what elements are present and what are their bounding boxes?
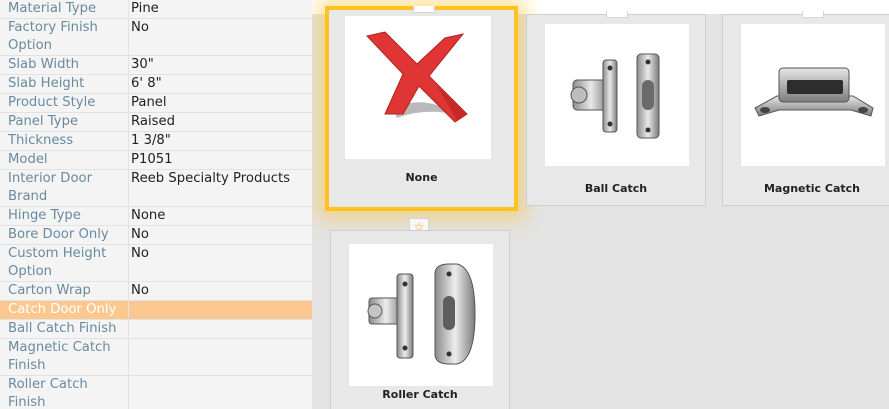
tile-tab — [802, 11, 824, 18]
property-row[interactable]: Thickness 1 3/8" — [0, 131, 312, 151]
property-value: Panel — [128, 93, 312, 113]
option-tile-none[interactable]: None — [325, 6, 518, 211]
none-x-icon — [345, 16, 491, 159]
property-label: Carton Wrap — [0, 281, 129, 301]
option-label: Roller Catch — [382, 388, 458, 401]
property-row[interactable]: Material Type Pine — [0, 0, 312, 19]
properties-table: Material Type Pine Factory Finish Option N… — [0, 0, 312, 409]
property-row[interactable]: Bore Door Only No — [0, 225, 312, 245]
property-value: 1 3/8" — [128, 131, 312, 151]
option-tile-ball-catch[interactable]: Ball Catch — [526, 11, 706, 206]
property-value: No — [128, 281, 312, 301]
property-row[interactable]: Slab Height 6' 8" — [0, 74, 312, 94]
option-tile-roller-catch[interactable]: Roller Catch — [330, 230, 510, 409]
property-value: None — [128, 206, 312, 226]
property-row[interactable]: Slab Width 30" — [0, 55, 312, 75]
property-value: No — [128, 225, 312, 245]
property-row[interactable]: Ball Catch Finish — [0, 319, 312, 339]
option-grid: None Ball Catch Magnetic Catch ☆ Roller … — [312, 0, 889, 409]
option-label: Magnetic Catch — [763, 182, 861, 195]
property-label: Factory Finish Option — [0, 18, 129, 56]
tile-tab — [606, 11, 628, 18]
property-label: Roller Catch Finish — [0, 375, 129, 409]
tile-tab — [413, 6, 435, 13]
property-row[interactable]: Magnetic Catch Finish — [0, 338, 312, 376]
property-value: P1051 — [128, 150, 312, 170]
magnetic-catch-icon — [741, 24, 885, 166]
property-row[interactable]: Factory Finish Option No — [0, 18, 312, 56]
property-label: Interior Door Brand — [0, 169, 129, 207]
roller-catch-icon — [349, 244, 493, 386]
properties-panel: Material Type Pine Factory Finish Option N… — [0, 0, 312, 409]
property-value: 30" — [128, 55, 312, 75]
option-label: None — [405, 171, 438, 184]
property-value — [128, 338, 312, 376]
property-label: Bore Door Only — [0, 225, 129, 245]
property-label: Magnetic Catch Finish — [0, 338, 129, 376]
property-value: 6' 8" — [128, 74, 312, 94]
option-label: Ball Catch — [584, 182, 648, 195]
property-row[interactable]: Hinge Type None — [0, 206, 312, 226]
property-label: Custom Height Option — [0, 244, 129, 282]
property-row-selected[interactable]: Catch Door Only — [0, 300, 312, 320]
property-row[interactable]: Carton Wrap No — [0, 281, 312, 301]
property-label: Catch Door Only — [0, 300, 129, 320]
ball-catch-icon — [545, 24, 689, 166]
property-value — [128, 300, 312, 320]
property-row[interactable]: Interior Door Brand Reeb Specialty Produc… — [0, 169, 312, 207]
option-tile-magnetic-catch[interactable]: Magnetic Catch — [722, 11, 889, 206]
property-row[interactable]: Model P1051 — [0, 150, 312, 170]
property-label: Thickness — [0, 131, 129, 151]
property-label: Hinge Type — [0, 206, 129, 226]
property-row[interactable]: Product Style Panel — [0, 93, 312, 113]
property-label: Slab Height — [0, 74, 129, 94]
property-label: Panel Type — [0, 112, 129, 132]
property-label: Model — [0, 150, 129, 170]
property-value: No — [128, 244, 312, 282]
property-row[interactable]: Panel Type Raised — [0, 112, 312, 132]
property-value: Pine — [128, 0, 312, 19]
property-label: Slab Width — [0, 55, 129, 75]
property-value: No — [128, 18, 312, 56]
property-row[interactable]: Roller Catch Finish — [0, 375, 312, 409]
property-label: Ball Catch Finish — [0, 319, 129, 339]
property-label: Material Type — [0, 0, 129, 19]
property-value — [128, 375, 312, 409]
property-value: Reeb Specialty Products — [128, 169, 312, 207]
property-value: Raised — [128, 112, 312, 132]
property-row[interactable]: Custom Height Option No — [0, 244, 312, 282]
property-label: Product Style — [0, 93, 129, 113]
property-value — [128, 319, 312, 339]
